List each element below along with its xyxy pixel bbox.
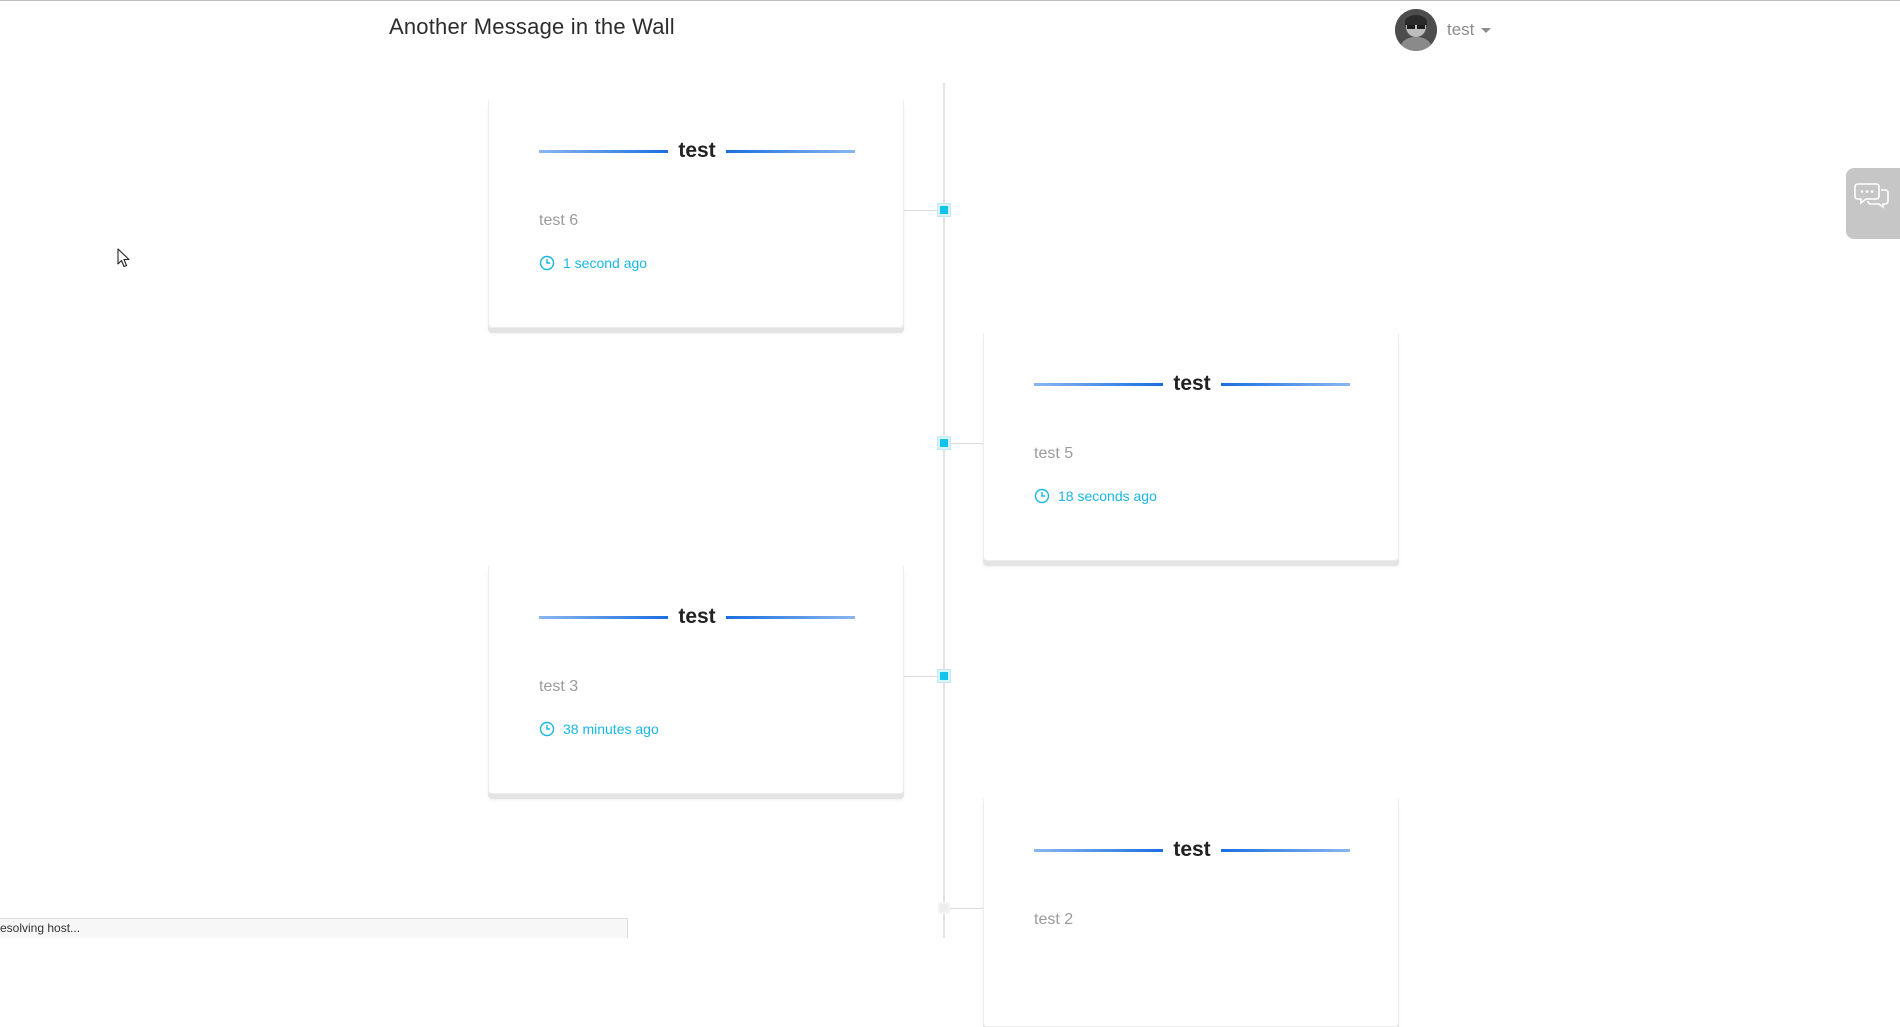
mouse-cursor-icon <box>117 248 130 268</box>
post-message: test 5 <box>1034 445 1074 462</box>
clock-icon <box>1034 488 1050 504</box>
user-menu[interactable]: test <box>1395 9 1492 51</box>
post-timestamp: 1 second ago <box>539 255 647 271</box>
chevron-down-icon[interactable] <box>1481 27 1492 33</box>
post-title: test <box>1173 838 1211 861</box>
post-title: test <box>678 139 716 162</box>
page-title[interactable]: Another Message in the Wall <box>389 14 675 40</box>
post-card: test test 5 18 seconds ago <box>983 333 1399 561</box>
title-divider <box>539 615 669 619</box>
timeline-node <box>938 437 950 449</box>
post-title: test <box>1173 372 1211 395</box>
title-divider <box>1034 848 1164 852</box>
post-title-row: test <box>539 137 856 165</box>
user-name[interactable]: test <box>1447 20 1474 40</box>
timeline-node <box>938 204 950 216</box>
title-divider <box>725 149 856 153</box>
chat-bubbles-icon[interactable] <box>1854 181 1890 211</box>
post-card: test test 2 <box>983 799 1399 1027</box>
post-timestamp: 38 minutes ago <box>539 721 659 737</box>
avatar[interactable] <box>1395 9 1437 51</box>
clock-icon <box>539 255 555 271</box>
clock-icon <box>539 721 555 737</box>
post-time-text: 1 second ago <box>563 255 648 271</box>
post-title-row: test <box>1034 370 1351 398</box>
timeline-node <box>938 902 950 914</box>
chat-tab[interactable] <box>1846 168 1900 239</box>
timeline-node <box>938 670 950 682</box>
timeline-connector <box>945 443 983 444</box>
post-title-row: test <box>539 603 856 631</box>
post-timestamp: 18 seconds ago <box>1034 488 1157 504</box>
post-card: test test 6 1 second ago <box>488 100 904 328</box>
title-divider <box>539 149 669 153</box>
post-message: test 2 <box>1034 911 1074 928</box>
browser-status-bar: esolving host... <box>0 918 628 938</box>
title-divider <box>1034 382 1164 386</box>
post-title-row: test <box>1034 836 1351 864</box>
post-time-text: 18 seconds ago <box>1058 488 1157 504</box>
timeline-connector <box>945 908 983 909</box>
title-divider <box>1220 382 1351 386</box>
post-title: test <box>678 605 716 628</box>
post-time-text: 38 minutes ago <box>563 721 659 737</box>
post-message: test 3 <box>539 678 579 695</box>
title-divider <box>1220 848 1351 852</box>
title-divider <box>725 615 856 619</box>
post-card: test test 3 38 minutes ago <box>488 566 904 794</box>
post-message: test 6 <box>539 212 579 229</box>
window-top-border <box>0 0 1900 1</box>
